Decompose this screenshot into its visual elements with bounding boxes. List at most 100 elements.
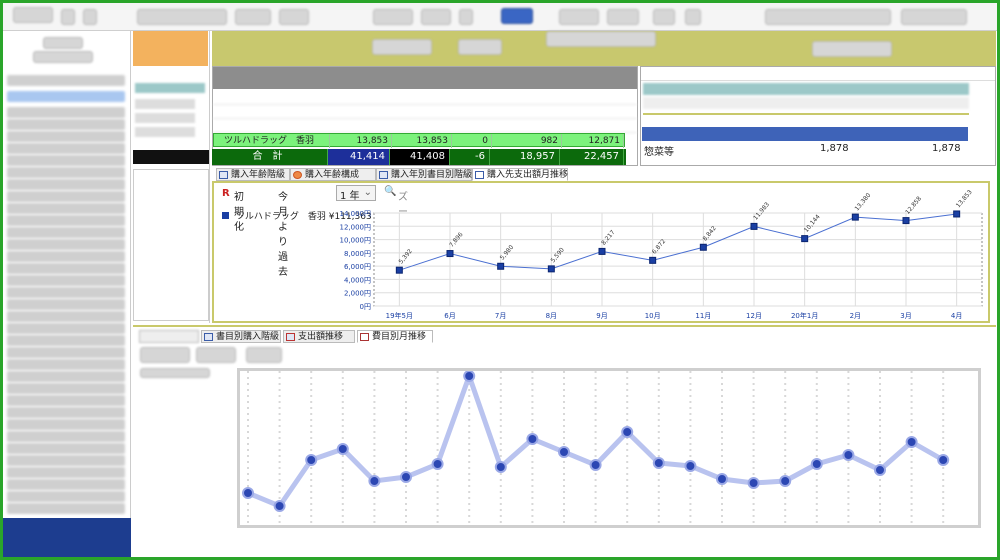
bottom-data-point	[779, 475, 792, 487]
x-tick-label: 8月	[546, 312, 557, 320]
x-tick-label: 11月	[695, 312, 711, 320]
tab-monthly-expense-trend[interactable]: 購入先支出額月推移	[472, 168, 568, 181]
category-row[interactable]	[135, 127, 195, 137]
toolbar-button-8[interactable]	[459, 9, 473, 25]
bottom-data-point	[526, 433, 539, 445]
line-chart-icon	[360, 333, 369, 341]
total-row-c4: 18,957	[490, 149, 560, 165]
tab-age-composition[interactable]: 購入年齢構成	[290, 168, 376, 181]
total-row-c1: 41,414	[328, 149, 390, 165]
category-row[interactable]	[135, 99, 195, 109]
tab-label: 購入年齢構成	[305, 170, 360, 180]
toolbar-button-14[interactable]	[765, 9, 891, 25]
toolbar-button-9[interactable]	[501, 8, 533, 24]
toolbar-button-4[interactable]	[235, 9, 271, 25]
bottom-trend-chart	[237, 368, 981, 528]
x-tick-label: 10月	[645, 312, 661, 320]
total-row: 合 計 41,414 41,408 -6 18,957 22,457	[212, 149, 626, 165]
tab-label: 支出額推移	[298, 332, 344, 342]
highlight-row-name: ツルハドラッグ 香羽	[214, 134, 330, 148]
highlight-row[interactable]: ツルハドラッグ 香羽 13,853 13,853 0 982 12,871	[213, 133, 625, 148]
tab-label: 購入先支出額月推移	[487, 170, 569, 180]
data-point	[446, 250, 454, 258]
bottom-data-point	[747, 477, 760, 489]
category-row[interactable]	[135, 83, 205, 93]
bottom-line-chart	[242, 371, 950, 525]
filter-button-1[interactable]	[372, 39, 432, 55]
toolbar-button-1[interactable]	[13, 7, 53, 23]
tab-expense-trend[interactable]: 支出額推移	[283, 330, 355, 343]
toolbar-button-13[interactable]	[685, 9, 701, 25]
tab-age-class[interactable]: 購入年齢階級	[216, 168, 290, 181]
data-point	[801, 235, 809, 243]
toolbar-button-3[interactable]	[83, 9, 97, 25]
data-label: 13,853	[955, 189, 974, 210]
toolbar-button-11[interactable]	[607, 9, 639, 25]
toolbar-button-2[interactable]	[61, 9, 75, 25]
bottom-data-point	[494, 461, 507, 473]
top-toolbar	[3, 3, 997, 31]
summary-table-header	[213, 67, 637, 89]
table-row[interactable]	[213, 91, 637, 105]
y-tick-label: 14,000円	[340, 210, 372, 218]
y-tick-label: 6,000円	[344, 263, 371, 271]
left-total-footer	[3, 518, 131, 557]
table-icon	[219, 171, 228, 179]
y-tick-label: 4,000円	[344, 276, 371, 284]
monthly-line-chart: 0円 2,000円 4,000円 6,000円 8,000円 10,000円 12,000円…	[340, 189, 983, 320]
filter-button-4[interactable]	[812, 41, 892, 57]
bottom-data-point	[716, 473, 728, 485]
right-summary-row[interactable]	[643, 97, 969, 109]
data-point	[699, 243, 707, 251]
data-point	[902, 217, 910, 225]
bottom-control-1[interactable]	[140, 347, 190, 363]
bottom-data-point	[589, 459, 602, 471]
highlight-row-c2: 13,853	[392, 134, 452, 148]
toolbar-button-12[interactable]	[653, 9, 675, 25]
toolbar-button-7[interactable]	[421, 9, 451, 25]
x-tick-label: 3月	[900, 312, 911, 320]
tab-year-item-class[interactable]: 購入年別書目別階級	[376, 168, 472, 181]
data-point	[598, 247, 606, 255]
data-point	[497, 262, 505, 270]
data-point	[649, 256, 657, 264]
toolbar-button-10[interactable]	[559, 9, 599, 25]
right-summary-selected[interactable]	[642, 127, 968, 141]
toolbar-select-1[interactable]	[137, 9, 227, 25]
table-row[interactable]	[213, 105, 637, 119]
category-header	[133, 31, 208, 66]
right-summary-row-detail[interactable]: 惣菜等 1,878 1,878	[642, 141, 968, 158]
tab-bottom-0[interactable]	[139, 330, 199, 343]
data-point	[547, 265, 555, 273]
left-filter-2[interactable]	[33, 51, 93, 63]
bottom-control-2[interactable]	[196, 347, 236, 363]
table-row[interactable]	[213, 119, 637, 133]
x-tick-label: 12月	[746, 312, 762, 320]
toolbar-button-15[interactable]	[901, 9, 967, 25]
x-tick-label: 20年1月	[791, 311, 818, 320]
filter-button-3[interactable]	[546, 31, 656, 47]
category-row[interactable]	[135, 113, 195, 123]
bottom-data-point	[905, 436, 918, 448]
category-total	[133, 150, 209, 164]
list-item-selected[interactable]	[7, 91, 125, 102]
left-filter-1[interactable]	[43, 37, 83, 49]
mini-chart-area	[133, 169, 209, 321]
right-summary-header	[641, 67, 995, 81]
data-point	[851, 213, 859, 221]
bottom-data-point	[937, 454, 950, 466]
tab-item-monthly-trend[interactable]: 費目別月推移	[357, 330, 433, 343]
bottom-data-point	[810, 458, 823, 470]
tab-item-purchase-class[interactable]: 書目別購入階級	[201, 330, 281, 343]
x-tick-label: 4月	[951, 312, 962, 320]
bottom-data-point	[368, 475, 381, 487]
toolbar-button-6[interactable]	[373, 9, 413, 25]
plot-area	[373, 212, 983, 307]
bottom-data-point	[431, 458, 444, 470]
bottom-control-3[interactable]	[246, 347, 282, 363]
right-summary-row[interactable]	[643, 83, 969, 95]
toolbar-button-5[interactable]	[279, 9, 309, 25]
tab-label: 購入年齢階級	[231, 170, 286, 180]
total-row-c2: 41,408	[390, 149, 450, 165]
filter-button-2[interactable]	[458, 39, 502, 55]
